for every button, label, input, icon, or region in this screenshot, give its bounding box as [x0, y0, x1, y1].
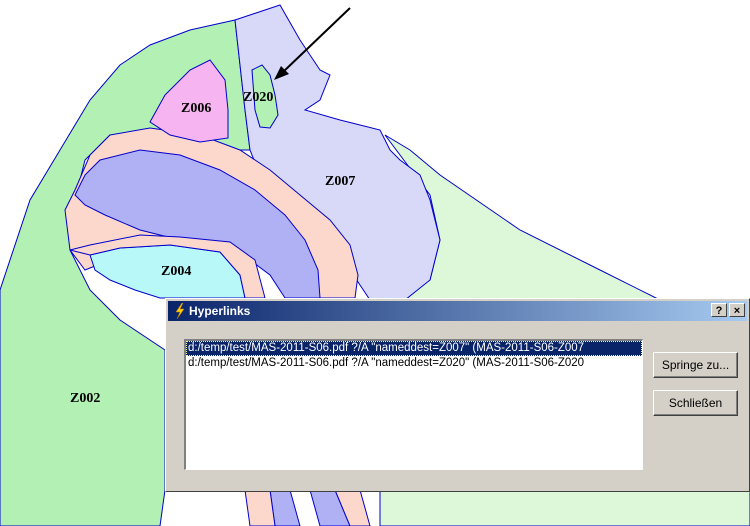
dialog-titlebar[interactable]: Hyperlinks ? ×	[168, 301, 747, 321]
hyperlink-list[interactable]: d:/temp/test/MAS-2011-S06.pdf ?/A "named…	[184, 339, 643, 470]
lightning-icon	[175, 303, 185, 319]
zone-label: Z020	[243, 90, 273, 105]
zone-label: Z006	[181, 101, 211, 116]
jump-to-button[interactable]: Springe zu...	[653, 352, 738, 378]
help-button[interactable]: ?	[711, 303, 727, 317]
hyperlinks-dialog: Hyperlinks ? × d:/temp/test/MAS-2011-S06…	[165, 298, 750, 492]
zone-label: Z007	[325, 174, 355, 189]
list-item[interactable]: d:/temp/test/MAS-2011-S06.pdf ?/A "named…	[186, 356, 642, 371]
close-icon[interactable]: ×	[729, 303, 745, 317]
list-item[interactable]: d:/temp/test/MAS-2011-S06.pdf ?/A "named…	[186, 341, 642, 356]
zone-lower-salmon	[244, 489, 276, 526]
dialog-title: Hyperlinks	[189, 304, 251, 318]
close-button[interactable]: Schließen	[653, 390, 738, 416]
zone-label: Z002	[70, 391, 100, 406]
zone-label: Z004	[161, 264, 191, 279]
